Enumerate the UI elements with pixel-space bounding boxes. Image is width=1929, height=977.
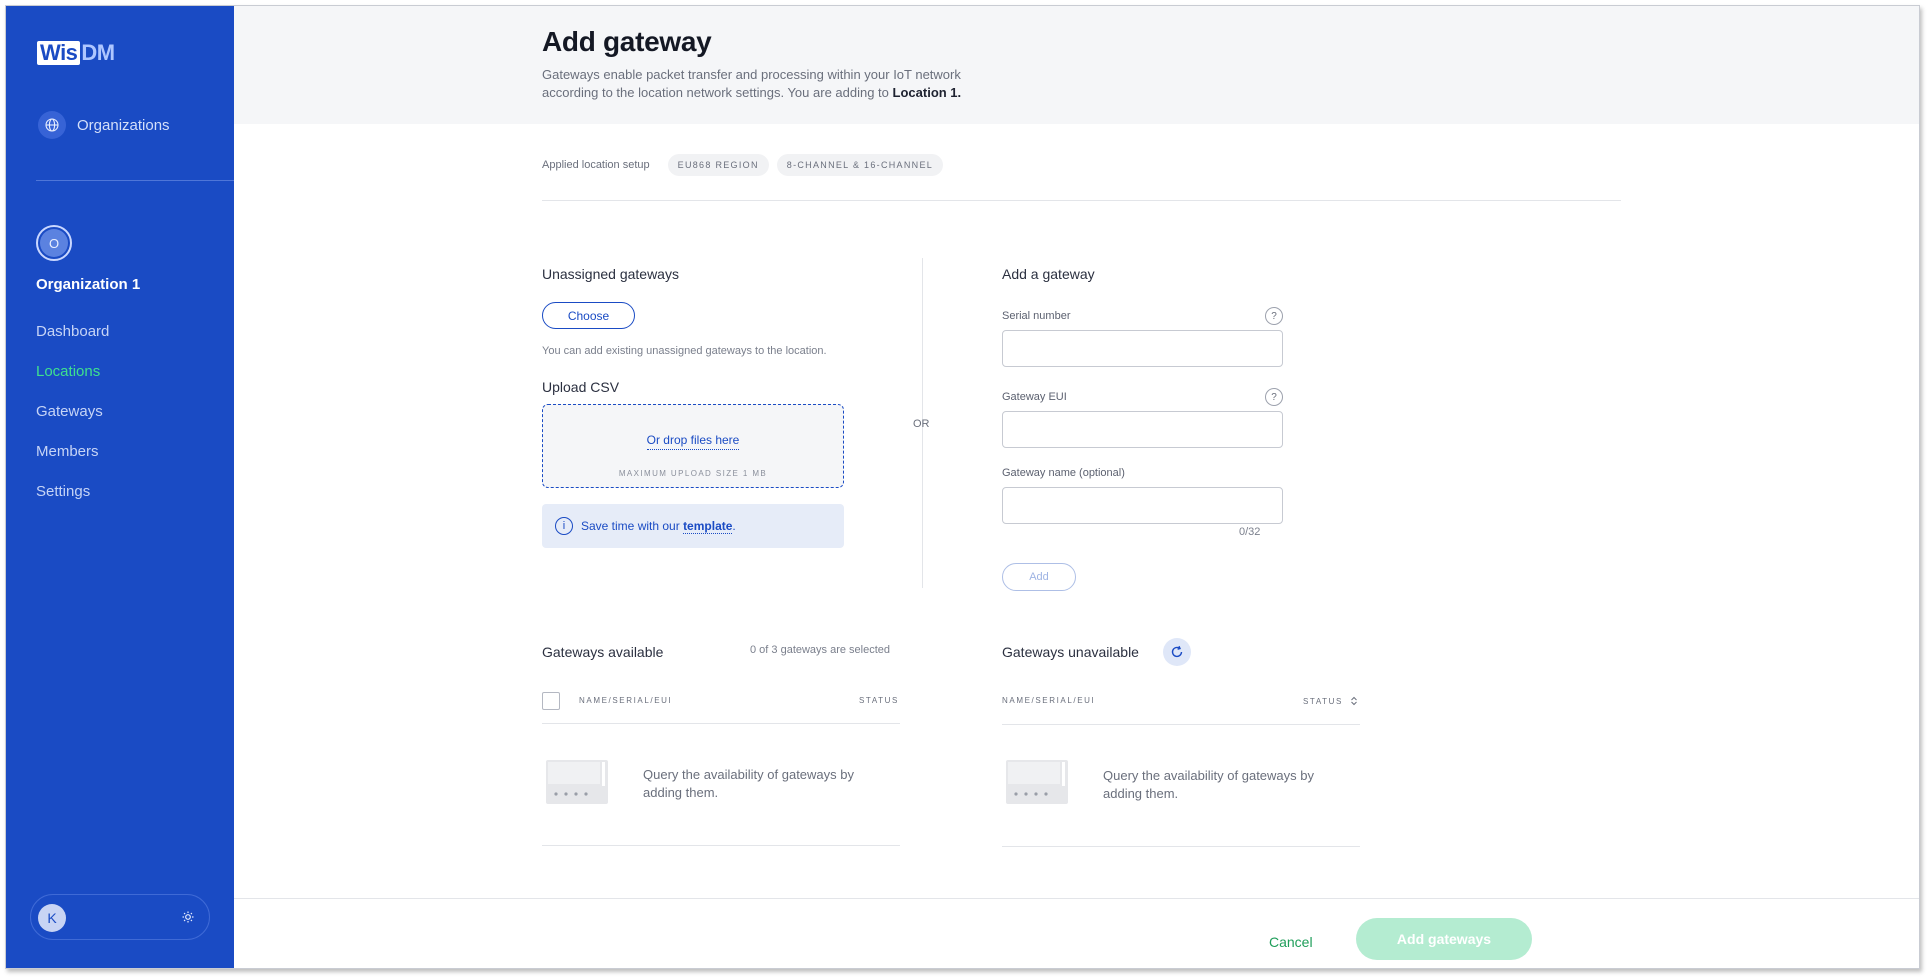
drop-files-link[interactable]: Or drop files here (646, 433, 740, 450)
unavailable-col-status[interactable]: STATUS (1303, 697, 1343, 706)
selected-count: 0 of 3 gateways are selected (750, 644, 891, 656)
template-link[interactable]: template (683, 519, 733, 534)
page-subtitle: Gateways enable packet transfer and proc… (542, 66, 1002, 102)
region-chip: EU868 REGION (667, 154, 769, 176)
sidebar-item-members[interactable]: Members (36, 442, 109, 482)
gateway-name-counter: 0/32 (1239, 526, 1261, 538)
available-bottom-divider (542, 845, 900, 846)
organizations-label: Organizations (77, 116, 170, 134)
setup-label: Applied location setup (542, 159, 650, 171)
add-button[interactable]: Add (1002, 563, 1076, 591)
eui-help-icon[interactable]: ? (1265, 388, 1283, 406)
available-col-status: STATUS (859, 696, 899, 705)
sidebar-item-dashboard[interactable]: Dashboard (36, 322, 109, 362)
sidebar-item-settings[interactable]: Settings (36, 482, 109, 522)
main-content: Add gateway Gateways enable packet trans… (234, 6, 1919, 968)
location-name: Location 1. (892, 85, 962, 100)
unassigned-hint: You can add existing unassigned gateways… (542, 345, 827, 357)
app-window: Wis DM Organizations O Organization 1 Das… (5, 5, 1920, 969)
gateway-name-input[interactable] (1002, 487, 1283, 524)
unassigned-title: Unassigned gateways (542, 266, 679, 282)
applied-location-setup: Applied location setup EU868 REGION 8-CH… (542, 154, 951, 176)
sidebar-divider (36, 180, 234, 181)
gateway-name-label: Gateway name (optional) (1002, 467, 1125, 479)
user-avatar[interactable]: K (38, 904, 66, 932)
gateways-unavailable-title: Gateways unavailable (1002, 644, 1139, 660)
organization-avatar-letter: O (40, 229, 68, 257)
setup-divider (542, 200, 1621, 201)
unavailable-empty-text: Query the availability of gateways by ad… (1103, 768, 1314, 801)
csv-dropzone[interactable]: Or drop files here MAXIMUM UPLOAD SIZE 1… (542, 404, 844, 488)
page-header: Add gateway Gateways enable packet trans… (234, 6, 1919, 124)
sidebar: Wis DM Organizations O Organization 1 Das… (6, 6, 234, 968)
gateway-placeholder-icon (1006, 760, 1068, 804)
info-icon: i (555, 517, 573, 535)
unavailable-bottom-divider (1002, 846, 1360, 847)
tip-prefix: Save time with our (581, 519, 680, 533)
sidebar-item-locations[interactable]: Locations (36, 362, 109, 402)
page-title: Add gateway (542, 26, 712, 57)
organization-avatar[interactable]: O (36, 225, 72, 261)
add-gateways-button[interactable]: Add gateways (1356, 918, 1532, 960)
sidebar-nav: Dashboard Locations Gateways Members Set… (36, 322, 109, 522)
globe-icon (38, 111, 66, 139)
organization-name: Organization 1 (36, 276, 141, 293)
refresh-icon[interactable] (1163, 638, 1191, 666)
unavailable-col-name: NAME/SERIAL/EUI (1002, 696, 1096, 705)
serial-number-input[interactable] (1002, 330, 1283, 367)
channel-chip: 8-CHANNEL & 16-CHANNEL (776, 154, 944, 176)
gateways-available-title: Gateways available (542, 644, 664, 660)
max-upload-size: MAXIMUM UPLOAD SIZE 1 MB (618, 469, 768, 478)
user-menu[interactable]: K (30, 894, 210, 940)
serial-number-label: Serial number (1002, 310, 1071, 322)
unavailable-header-divider (1002, 724, 1360, 725)
logo-part1: Wis (37, 41, 81, 65)
wisdm-logo[interactable]: Wis DM (37, 40, 115, 66)
serial-help-icon[interactable]: ? (1265, 307, 1283, 325)
available-empty-text: Query the availability of gateways by ad… (643, 767, 854, 800)
add-gateway-title: Add a gateway (1002, 266, 1095, 282)
tip-suffix: . (732, 519, 736, 533)
available-header-divider (542, 723, 900, 724)
template-tip: i Save time with our template. (542, 504, 844, 548)
sidebar-item-gateways[interactable]: Gateways (36, 402, 109, 442)
gateway-placeholder-icon (546, 760, 608, 804)
cancel-button[interactable]: Cancel (1269, 934, 1313, 950)
or-label: OR (913, 418, 930, 430)
logo-part2: DM (81, 40, 115, 65)
gateway-eui-input[interactable] (1002, 411, 1283, 448)
upload-csv-title: Upload CSV (542, 379, 620, 395)
choose-button[interactable]: Choose (542, 302, 635, 329)
organizations-link[interactable]: Organizations (38, 111, 170, 139)
select-all-checkbox[interactable] (542, 692, 560, 710)
theme-toggle-icon[interactable] (179, 908, 197, 926)
footer-bar: Cancel Add gateways (234, 898, 1919, 968)
sort-icon[interactable] (1350, 696, 1358, 706)
available-col-name: NAME/SERIAL/EUI (579, 696, 673, 705)
gateway-eui-label: Gateway EUI (1002, 391, 1067, 403)
